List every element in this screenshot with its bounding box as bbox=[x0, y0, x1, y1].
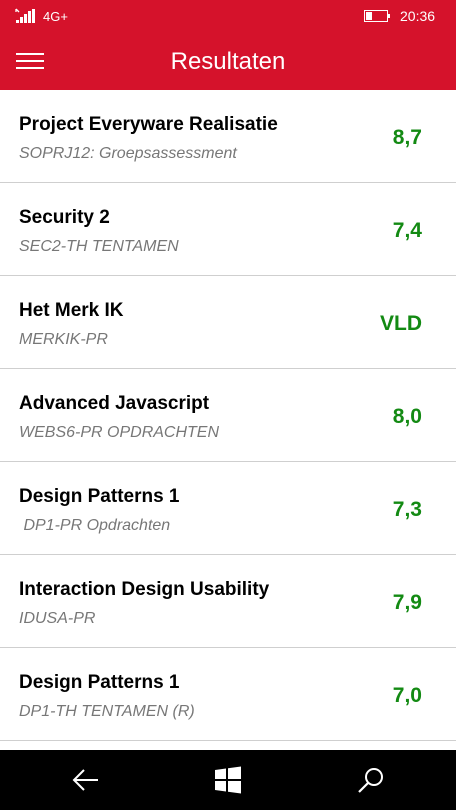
grade: 7,4 bbox=[392, 219, 422, 242]
result-item[interactable]: Design Patterns 1 DP1-TH TENTAMEN (R) 7,… bbox=[0, 648, 456, 741]
course-name: Security 2 bbox=[19, 207, 110, 228]
course-code: IDUSA-PR bbox=[19, 610, 96, 627]
course-code: SEC2-TH TENTAMEN bbox=[19, 238, 179, 255]
clock: 20:36 bbox=[400, 8, 436, 24]
course-code: WEBS6-PR OPDRACHTEN bbox=[19, 424, 220, 441]
page-title: Resultaten bbox=[170, 48, 286, 75]
search-icon[interactable] bbox=[356, 765, 386, 795]
result-item[interactable]: Security 2 SEC2-TH TENTAMEN 7,4 bbox=[0, 183, 456, 276]
course-name: Project Everyware Realisatie bbox=[19, 114, 278, 135]
signal-strength-icon bbox=[15, 8, 35, 23]
course-code: DP1-PR Opdrachten bbox=[19, 517, 171, 534]
course-name: Advanced Javascript bbox=[19, 393, 210, 414]
result-item[interactable]: Interaction Design Usability IDUSA-PR 7,… bbox=[0, 555, 456, 648]
course-name: Het Merk IK bbox=[19, 300, 124, 321]
grade: 8,0 bbox=[392, 405, 422, 428]
windows-logo-icon[interactable] bbox=[213, 765, 243, 795]
course-code: SOPRJ12: Groepsassessment bbox=[19, 145, 237, 162]
course-name: Design Patterns 1 bbox=[19, 672, 180, 693]
grade: 8,7 bbox=[392, 126, 422, 149]
result-item[interactable]: Advanced Javascript WEBS6-PR OPDRACHTEN … bbox=[0, 369, 456, 462]
network-type: 4G+ bbox=[43, 9, 68, 24]
status-bar: 4G+ 20:36 bbox=[0, 0, 456, 34]
back-arrow-icon[interactable] bbox=[71, 765, 101, 795]
result-item[interactable]: Het Merk IK MERKIK-PR VLD bbox=[0, 276, 456, 369]
battery-icon bbox=[364, 10, 390, 22]
grade: 7,9 bbox=[392, 591, 422, 614]
course-name: Interaction Design Usability bbox=[19, 579, 270, 600]
course-code: DP1-TH TENTAMEN (R) bbox=[19, 703, 195, 720]
app-bar: Resultaten bbox=[0, 34, 456, 90]
result-item[interactable]: Project Everyware Realisatie SOPRJ12: Gr… bbox=[0, 90, 456, 183]
grade: VLD bbox=[380, 312, 422, 335]
grade: 7,3 bbox=[392, 498, 422, 521]
navigation-bar bbox=[0, 750, 456, 810]
grade: 7,0 bbox=[392, 684, 422, 707]
results-list[interactable]: Project Everyware Realisatie SOPRJ12: Gr… bbox=[0, 90, 456, 750]
course-name: Design Patterns 1 bbox=[19, 486, 180, 507]
course-code: MERKIK-PR bbox=[19, 331, 108, 348]
result-item[interactable]: Design Patterns 1 DP1-PR Opdrachten 7,3 bbox=[0, 462, 456, 555]
